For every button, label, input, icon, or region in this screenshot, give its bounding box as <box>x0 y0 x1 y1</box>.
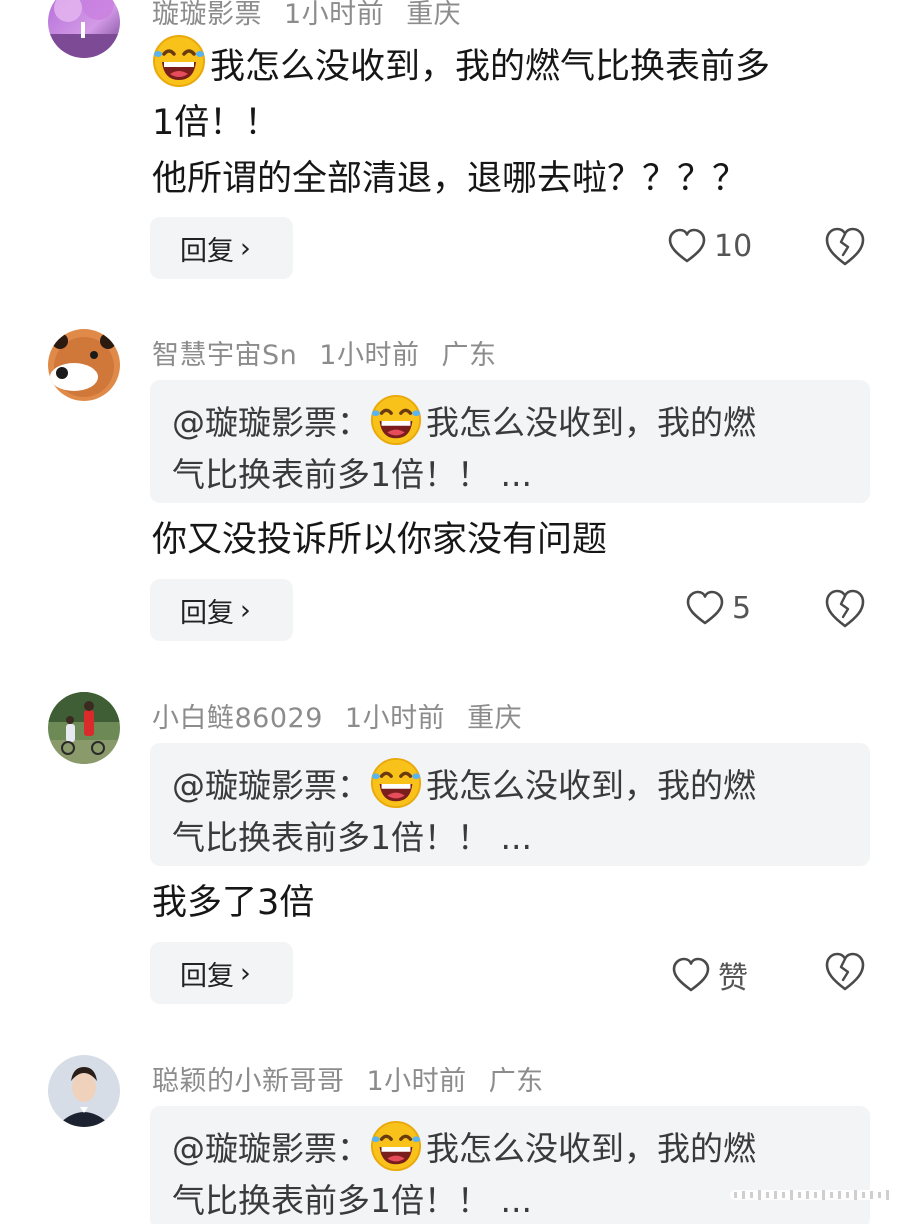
laughing-emoji-icon <box>370 394 422 446</box>
chevron-right-icon: › <box>240 594 251 626</box>
comment-text-line3: 他所谓的全部清退，退哪去啦？？？？ <box>152 159 748 199</box>
location: 重庆 <box>467 703 523 734</box>
reply-button[interactable]: 回复 › <box>150 942 293 1004</box>
reply-button[interactable]: 回复 › <box>150 579 293 641</box>
quote-line: @璇璇影票： 我怎么没收到，我的燃 <box>172 1120 848 1175</box>
comment-meta: 璇璇影票 1小时前 重庆 <box>152 0 483 31</box>
comment-text-line2: 1倍！！ <box>152 103 280 143</box>
avatar[interactable] <box>48 1055 120 1127</box>
comment-text-line1: 我怎么没收到，我的燃气比换表前多 <box>210 47 771 87</box>
laughing-emoji-icon <box>152 34 206 88</box>
chevron-right-icon: › <box>240 957 251 989</box>
comment-text-line1: 我多了3倍 <box>152 883 315 923</box>
comment-text: 我多了3倍 <box>152 875 870 931</box>
quote-text-line2: 气比换表前多1倍！！ ... <box>172 818 532 857</box>
like-count: 10 <box>714 228 753 264</box>
watermark-icon <box>730 1190 900 1200</box>
comment-meta: 小白鲢86029 1小时前 重庆 <box>152 696 544 735</box>
laughing-emoji-icon <box>370 1120 422 1172</box>
heart-outline-icon <box>686 590 724 625</box>
avatar[interactable] <box>48 0 120 58</box>
like-count: 5 <box>732 590 752 626</box>
quote-text: 我怎么没收到，我的燃 <box>426 1129 756 1168</box>
username[interactable]: 小白鲢86029 <box>152 703 323 734</box>
reply-label: 回复 <box>180 235 234 267</box>
quoted-comment[interactable]: @璇璇影票： 我怎么没收到，我的燃 气比换表前多1倍！！ ... <box>150 743 870 866</box>
timestamp: 1小时前 <box>366 1066 467 1097</box>
heart-outline-icon <box>668 228 706 263</box>
username[interactable]: 智慧宇宙Sn <box>152 340 297 371</box>
quote-line: @璇璇影票： 我怎么没收到，我的燃 <box>172 757 848 812</box>
avatar[interactable] <box>48 692 120 764</box>
quote-mention: @璇璇影票： <box>172 1129 370 1168</box>
comment-meta: 智慧宇宙Sn 1小时前 广东 <box>152 333 518 372</box>
quote-mention: @璇璇影票： <box>172 403 370 442</box>
quote-text: 我怎么没收到，我的燃 <box>426 403 756 442</box>
quote-text: 我怎么没收到，我的燃 <box>426 766 756 805</box>
like-button[interactable]: 5 <box>686 590 751 626</box>
comment-meta: 聪颖的小新哥哥 1小时前 广东 <box>152 1059 566 1098</box>
timestamp: 1小时前 <box>344 703 446 734</box>
laughing-emoji-icon <box>370 757 422 809</box>
timestamp: 1小时前 <box>284 0 385 30</box>
like-button[interactable]: 10 <box>668 228 752 264</box>
reply-label: 回复 <box>180 597 234 629</box>
location: 广东 <box>441 340 497 371</box>
location: 重庆 <box>406 0 462 30</box>
quote-mention: @璇璇影票： <box>172 766 370 805</box>
comment-text-line1: 你又没投诉所以你家没有问题 <box>152 520 608 560</box>
username[interactable]: 璇璇影票 <box>152 0 262 30</box>
comment-text: 你又没投诉所以你家没有问题 <box>152 512 870 568</box>
like-count: 赞 <box>718 961 748 996</box>
username[interactable]: 聪颖的小新哥哥 <box>152 1066 345 1097</box>
like-button[interactable]: 赞 <box>672 953 748 997</box>
broken-heart-icon[interactable] <box>824 951 866 993</box>
comment-text: 我怎么没收到，我的燃气比换表前多 1倍！！ 他所谓的全部清退，退哪去啦？？？？ <box>152 34 870 207</box>
quoted-comment[interactable]: @璇璇影票： 我怎么没收到，我的燃 气比换表前多1倍！！ ... <box>150 380 870 503</box>
reply-label: 回复 <box>180 960 234 992</box>
reply-button[interactable]: 回复 › <box>150 217 293 279</box>
chevron-right-icon: › <box>240 232 251 264</box>
avatar[interactable] <box>48 329 120 401</box>
quote-line: @璇璇影票： 我怎么没收到，我的燃 <box>172 394 848 449</box>
quote-text-line2: 气比换表前多1倍！！ ... <box>172 455 532 494</box>
quoted-comment[interactable]: @璇璇影票： 我怎么没收到，我的燃 气比换表前多1倍！！ ... <box>150 1106 870 1224</box>
broken-heart-icon[interactable] <box>824 588 866 630</box>
heart-outline-icon <box>672 957 710 992</box>
broken-heart-icon[interactable] <box>824 226 866 268</box>
location: 广东 <box>488 1066 544 1097</box>
comment-line: 我怎么没收到，我的燃气比换表前多 <box>152 34 870 95</box>
timestamp: 1小时前 <box>319 340 420 371</box>
